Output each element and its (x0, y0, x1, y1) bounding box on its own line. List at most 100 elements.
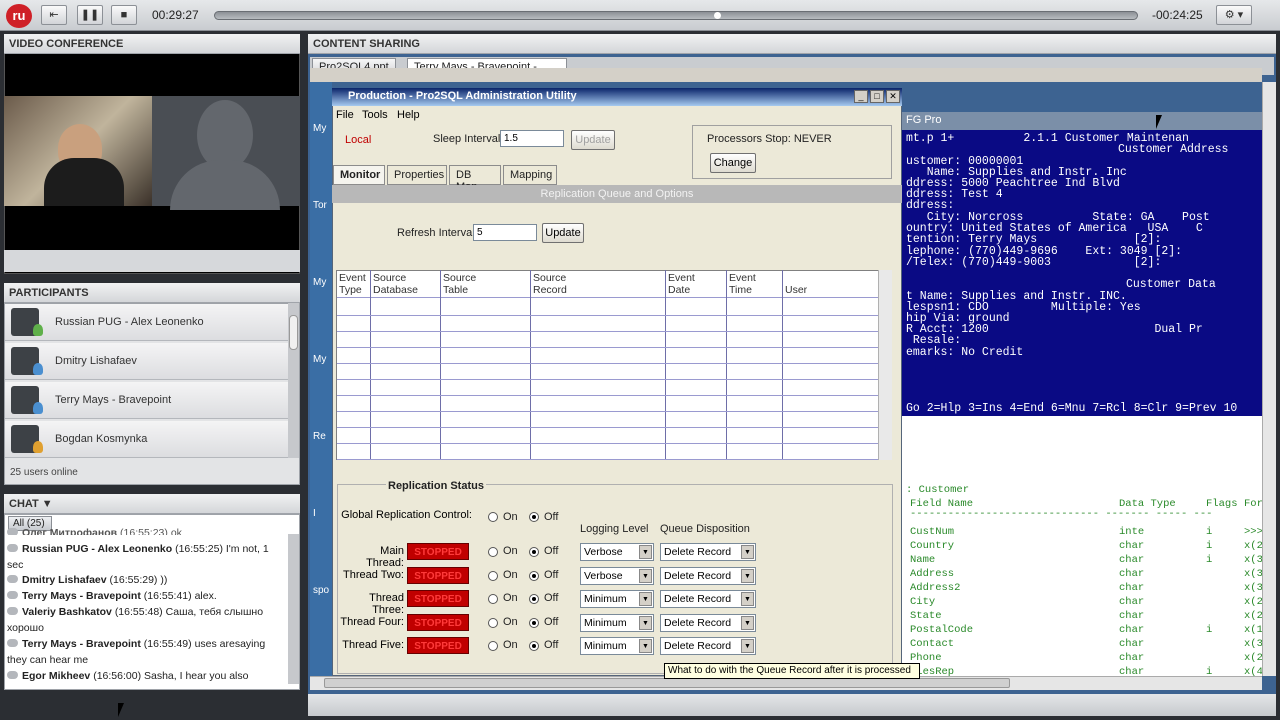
mouse-cursor-icon (1156, 115, 1168, 129)
chevron-down-icon[interactable]: ▼ (741, 545, 754, 559)
remote-vertical-scrollbar[interactable] (1262, 82, 1276, 676)
logging-level-select[interactable]: Verbose ▼ (580, 543, 654, 561)
tab-mapping[interactable]: Mapping (503, 165, 557, 185)
minimize-icon[interactable]: _ (854, 90, 868, 103)
participant-item[interactable]: Terry Mays - Bravepoint (5, 382, 289, 419)
off-label: Off (544, 545, 559, 557)
thread-off-radio[interactable] (529, 617, 539, 628)
off-label: Off (544, 511, 559, 523)
thread-off-radio[interactable] (529, 570, 539, 581)
grid-column-header[interactable]: Source Database (373, 272, 418, 296)
desktop-icon-label: My (313, 354, 327, 365)
queue-disposition-select[interactable]: Delete Record ▼ (660, 566, 756, 585)
chevron-down-icon[interactable]: ▼ (639, 592, 652, 606)
tab-properties[interactable]: Properties (387, 165, 447, 185)
global-control-label: Global Replication Control: (341, 509, 472, 521)
field-name: Address2 (910, 582, 961, 594)
stop-button[interactable]: ■ (111, 5, 137, 25)
field-type: char (1119, 610, 1145, 622)
chevron-down-icon[interactable]: ▼ (741, 568, 754, 583)
chevron-down-icon[interactable]: ▼ (639, 568, 652, 583)
chevron-down-icon[interactable]: ▼ (741, 639, 754, 653)
tab-db-map[interactable]: DB Map (449, 165, 501, 193)
grid-scrollbar[interactable] (878, 270, 892, 460)
desktop-icon-label: I (313, 508, 316, 519)
menu-tools[interactable]: Tools (362, 109, 388, 121)
queue-disposition-select[interactable]: Delete Record ▼ (660, 613, 756, 632)
thread-on-radio[interactable] (488, 547, 498, 557)
logging-level-select[interactable]: Minimum ▼ (580, 590, 654, 608)
on-label: On (503, 568, 518, 581)
field-type: inte (1119, 526, 1145, 538)
user-status-icon (33, 402, 43, 414)
sleep-update-button[interactable]: Update (571, 130, 615, 150)
logging-level-select[interactable]: Verbose ▼ (580, 566, 654, 585)
thread-name: Thread Two: (343, 568, 404, 581)
chevron-down-icon[interactable]: ▼ (741, 615, 754, 630)
field-header: For (1244, 498, 1263, 510)
field-format: x(3 (1244, 568, 1263, 580)
off-label: Off (544, 592, 559, 604)
grid-column-header[interactable]: Source Record (533, 272, 567, 296)
remote-scroll-thumb[interactable] (324, 678, 1010, 688)
field-format: x(3 (1244, 638, 1263, 650)
gear-icon[interactable]: ⚙ ▾ (1216, 5, 1252, 25)
queue-disposition-value: Delete Record (664, 616, 732, 629)
change-button[interactable]: Change (710, 153, 756, 173)
logging-level-select[interactable]: Minimum ▼ (580, 637, 654, 655)
thread-on-radio[interactable] (488, 617, 498, 628)
thread-off-radio[interactable] (529, 547, 539, 557)
logging-level-value: Verbose (584, 569, 623, 582)
chevron-down-icon[interactable]: ▼ (639, 545, 652, 559)
logging-level-select[interactable]: Minimum ▼ (580, 613, 654, 632)
participant-item[interactable]: Bogdan Kosmynka (5, 421, 289, 458)
pause-button[interactable]: ❚❚ (77, 5, 103, 25)
participant-item[interactable]: Dmitry Lishafaev (5, 343, 289, 380)
logging-level-value: Minimum (584, 640, 627, 652)
queue-disposition-select[interactable]: Delete Record ▼ (660, 637, 756, 655)
grid-row-divider (337, 331, 878, 332)
field-format: x(1 (1244, 624, 1263, 636)
refresh-interval-input[interactable]: 5 (473, 224, 537, 241)
chevron-down-icon[interactable]: ▼ (639, 615, 652, 630)
participant-item[interactable]: Russian PUG - Alex Leonenko (5, 304, 289, 341)
menu-file[interactable]: File (336, 109, 354, 121)
maximize-icon[interactable]: □ (870, 90, 884, 103)
thread-on-radio[interactable] (488, 594, 498, 604)
menu-help[interactable]: Help (397, 109, 420, 121)
thread-status-badge: STOPPED (407, 590, 469, 607)
user-status-icon (33, 441, 43, 453)
sleep-interval-input[interactable]: 1.5 (500, 130, 564, 147)
logging-level-value: Minimum (584, 593, 627, 605)
chat-scrollbar[interactable] (288, 534, 299, 684)
grid-column-header[interactable]: Source Table (443, 272, 476, 296)
queue-disposition-select[interactable]: Delete Record ▼ (660, 590, 756, 608)
thread-on-radio[interactable] (488, 641, 498, 651)
grid-column-header[interactable]: Event Type (339, 272, 366, 296)
seek-bar[interactable] (214, 11, 1138, 20)
chat-title[interactable]: CHAT ▼ (4, 494, 300, 514)
queue-disposition-select[interactable]: Delete Record ▼ (660, 543, 756, 561)
grid-column-header[interactable]: Event Date (668, 272, 695, 296)
field-format: x(2 (1244, 596, 1263, 608)
chevron-down-icon[interactable]: ▼ (741, 592, 754, 606)
on-label: On (503, 615, 518, 628)
exit-icon[interactable]: ⇤ (41, 5, 67, 25)
chat-input[interactable] (4, 692, 300, 716)
grid-column-header[interactable]: Event Time (729, 272, 756, 296)
global-on-radio[interactable] (488, 512, 498, 522)
tab-monitor[interactable]: Monitor (333, 165, 385, 185)
thread-on-radio[interactable] (488, 570, 498, 581)
thread-off-radio[interactable] (529, 641, 539, 651)
sleep-interval-label: Sleep Interval: (433, 133, 504, 145)
refresh-update-button[interactable]: Update (542, 223, 584, 243)
time-remaining: -00:24:25 (1152, 8, 1203, 22)
thread-off-radio[interactable] (529, 594, 539, 604)
time-elapsed: 00:29:27 (152, 8, 199, 22)
global-off-radio[interactable] (529, 512, 539, 522)
seek-handle[interactable] (714, 12, 721, 19)
close-icon[interactable]: ✕ (886, 90, 900, 103)
chevron-down-icon[interactable]: ▼ (639, 639, 652, 653)
grid-column-header[interactable]: User (785, 272, 807, 296)
participants-scroll-thumb[interactable] (289, 315, 298, 350)
